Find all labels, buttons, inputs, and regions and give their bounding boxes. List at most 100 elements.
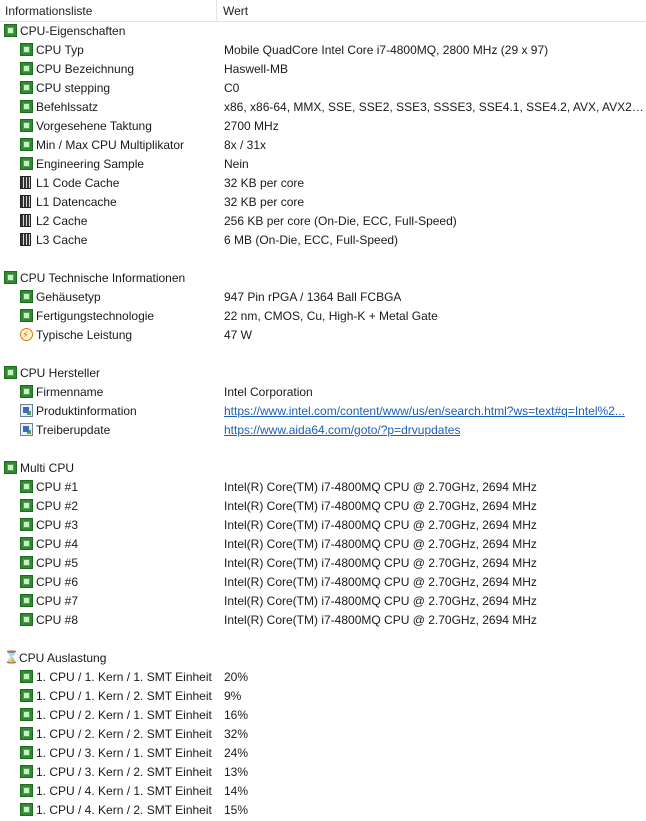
list-item[interactable]: 1. CPU / 4. Kern / 2. SMT Einheit 15%: [0, 801, 646, 820]
item-label: Treiberupdate: [36, 423, 111, 437]
item-value: Mobile QuadCore Intel Core i7-4800MQ, 28…: [224, 43, 549, 57]
cpu-chip-icon: [4, 271, 17, 284]
web-link-icon: [20, 423, 33, 436]
list-item[interactable]: CPU Typ Mobile QuadCore Intel Core i7-480…: [0, 41, 646, 60]
list-item[interactable]: L3 Cache 6 MB (On-Die, ECC, Full-Speed): [0, 231, 646, 250]
list-item[interactable]: CPU #1 Intel(R) Core(TM) i7-4800MQ CPU @ …: [0, 478, 646, 497]
item-label: 1. CPU / 2. Kern / 1. SMT Einheit: [36, 708, 212, 722]
group-title: CPU Auslastung: [19, 651, 107, 665]
item-value: 32%: [224, 727, 249, 741]
list-item[interactable]: 1. CPU / 1. Kern / 2. SMT Einheit 9%: [0, 687, 646, 706]
item-label: 1. CPU / 4. Kern / 1. SMT Einheit: [36, 784, 212, 798]
cpu-chip-icon: [20, 309, 33, 322]
product-info-link[interactable]: https://www.intel.com/content/www/us/en/…: [224, 404, 625, 418]
power-icon: [20, 326, 33, 345]
cpu-chip-icon: [20, 62, 33, 75]
list-item[interactable]: L1 Code Cache 32 KB per core: [0, 174, 646, 193]
item-value: 947 Pin rPGA / 1364 Ball FCBGA: [224, 290, 402, 304]
list-item[interactable]: CPU #5 Intel(R) Core(TM) i7-4800MQ CPU @ …: [0, 554, 646, 573]
driver-update-link[interactable]: https://www.aida64.com/goto/?p=drvupdate…: [224, 423, 460, 437]
item-label: Befehlssatz: [36, 100, 99, 114]
item-label: Firmenname: [36, 385, 104, 399]
list-item[interactable]: Gehäusetyp 947 Pin rPGA / 1364 Ball FCBGA: [0, 288, 646, 307]
item-label: CPU #2: [36, 499, 79, 513]
cpu-chip-icon: [20, 138, 33, 151]
list-item[interactable]: Vorgesehene Taktung 2700 MHz: [0, 117, 646, 136]
item-label: CPU stepping: [36, 81, 111, 95]
item-label: Engineering Sample: [36, 157, 145, 171]
cpu-chip-icon: [20, 100, 33, 113]
cpu-chip-icon: [20, 575, 33, 588]
item-label: 1. CPU / 1. Kern / 1. SMT Einheit: [36, 670, 212, 684]
list-item[interactable]: 1. CPU / 3. Kern / 1. SMT Einheit 24%: [0, 744, 646, 763]
cpu-chip-icon: [20, 556, 33, 569]
group-title: CPU Technische Informationen: [20, 271, 186, 285]
list-item[interactable]: 1. CPU / 2. Kern / 1. SMT Einheit 16%: [0, 706, 646, 725]
list-item[interactable]: CPU Bezeichnung Haswell-MB: [0, 60, 646, 79]
item-value: 2700 MHz: [224, 119, 279, 133]
list-item[interactable]: Typische Leistung 47 W: [0, 326, 646, 345]
group-title: CPU-Eigenschaften: [20, 24, 126, 38]
group-cpu-manufacturer[interactable]: CPU Hersteller: [0, 364, 646, 383]
column-header-information[interactable]: Informationsliste: [0, 0, 217, 21]
list-item[interactable]: CPU #7 Intel(R) Core(TM) i7-4800MQ CPU @ …: [0, 592, 646, 611]
list-item[interactable]: L1 Datencache 32 KB per core: [0, 193, 646, 212]
item-value: C0: [224, 81, 240, 95]
item-value: 32 KB per core: [224, 176, 305, 190]
item-label: 1. CPU / 3. Kern / 1. SMT Einheit: [36, 746, 212, 760]
cpu-chip-icon: [20, 613, 33, 626]
list-item[interactable]: Treiberupdate https://www.aida64.com/goto…: [0, 421, 646, 440]
list-item[interactable]: 1. CPU / 1. Kern / 1. SMT Einheit 20%: [0, 668, 646, 687]
list-item[interactable]: Min / Max CPU Multiplikator 8x / 31x: [0, 136, 646, 155]
group-cpu-properties[interactable]: CPU-Eigenschaften: [0, 22, 646, 41]
cpu-chip-icon: [20, 803, 33, 816]
group-cpu-technical-info[interactable]: CPU Technische Informationen: [0, 269, 646, 288]
item-label: 1. CPU / 1. Kern / 2. SMT Einheit: [36, 689, 212, 703]
item-value: Intel(R) Core(TM) i7-4800MQ CPU @ 2.70GH…: [224, 499, 537, 513]
item-label: CPU Typ: [36, 43, 84, 57]
list-item[interactable]: L2 Cache 256 KB per core (On-Die, ECC, Fu…: [0, 212, 646, 231]
list-item[interactable]: CPU #2 Intel(R) Core(TM) i7-4800MQ CPU @ …: [0, 497, 646, 516]
item-value: Intel(R) Core(TM) i7-4800MQ CPU @ 2.70GH…: [224, 575, 537, 589]
list-item[interactable]: Engineering Sample Nein: [0, 155, 646, 174]
list-item[interactable]: CPU #8 Intel(R) Core(TM) i7-4800MQ CPU @ …: [0, 611, 646, 630]
list-item[interactable]: CPU #6 Intel(R) Core(TM) i7-4800MQ CPU @ …: [0, 573, 646, 592]
item-value: Intel(R) Core(TM) i7-4800MQ CPU @ 2.70GH…: [224, 480, 537, 494]
list-item[interactable]: 1. CPU / 2. Kern / 2. SMT Einheit 32%: [0, 725, 646, 744]
group-title: Multi CPU: [20, 461, 75, 475]
list-item[interactable]: Fertigungstechnologie 22 nm, CMOS, Cu, Hi…: [0, 307, 646, 326]
list-item[interactable]: CPU #3 Intel(R) Core(TM) i7-4800MQ CPU @ …: [0, 516, 646, 535]
item-value: 256 KB per core (On-Die, ECC, Full-Speed…: [224, 214, 457, 228]
item-label: 1. CPU / 4. Kern / 2. SMT Einheit: [36, 803, 212, 817]
item-label: CPU #7: [36, 594, 79, 608]
memory-cache-icon: [20, 195, 31, 208]
cpu-chip-icon: [4, 24, 17, 37]
info-list: CPU-Eigenschaften CPU Typ Mobile QuadCore…: [0, 22, 646, 820]
hourglass-icon: [4, 648, 19, 667]
cpu-chip-icon: [20, 670, 33, 683]
list-item[interactable]: Befehlssatz x86, x86-64, MMX, SSE, SSE2, …: [0, 98, 646, 117]
item-label: L3 Cache: [36, 233, 88, 247]
column-header-value[interactable]: Wert: [218, 0, 643, 21]
item-label: CPU Bezeichnung: [36, 62, 135, 76]
item-value: 8x / 31x: [224, 138, 267, 152]
list-item[interactable]: 1. CPU / 3. Kern / 2. SMT Einheit 13%: [0, 763, 646, 782]
item-value: Intel(R) Core(TM) i7-4800MQ CPU @ 2.70GH…: [224, 594, 537, 608]
cpu-chip-icon: [20, 518, 33, 531]
list-item[interactable]: CPU #4 Intel(R) Core(TM) i7-4800MQ CPU @ …: [0, 535, 646, 554]
group-multi-cpu[interactable]: Multi CPU: [0, 459, 646, 478]
item-label: CPU #5: [36, 556, 79, 570]
list-item[interactable]: Produktinformation https://www.intel.com/…: [0, 402, 646, 421]
item-value: 15%: [224, 803, 249, 817]
group-cpu-utilization[interactable]: CPU Auslastung: [0, 648, 646, 668]
item-value-container: https://www.aida64.com/goto/?p=drvupdate…: [224, 421, 460, 440]
list-item[interactable]: 1. CPU / 4. Kern / 1. SMT Einheit 14%: [0, 782, 646, 801]
cpu-chip-icon: [20, 81, 33, 94]
list-item[interactable]: CPU stepping C0: [0, 79, 646, 98]
item-value: 16%: [224, 708, 249, 722]
item-label: 1. CPU / 3. Kern / 2. SMT Einheit: [36, 765, 212, 779]
list-item[interactable]: Firmenname Intel Corporation: [0, 383, 646, 402]
